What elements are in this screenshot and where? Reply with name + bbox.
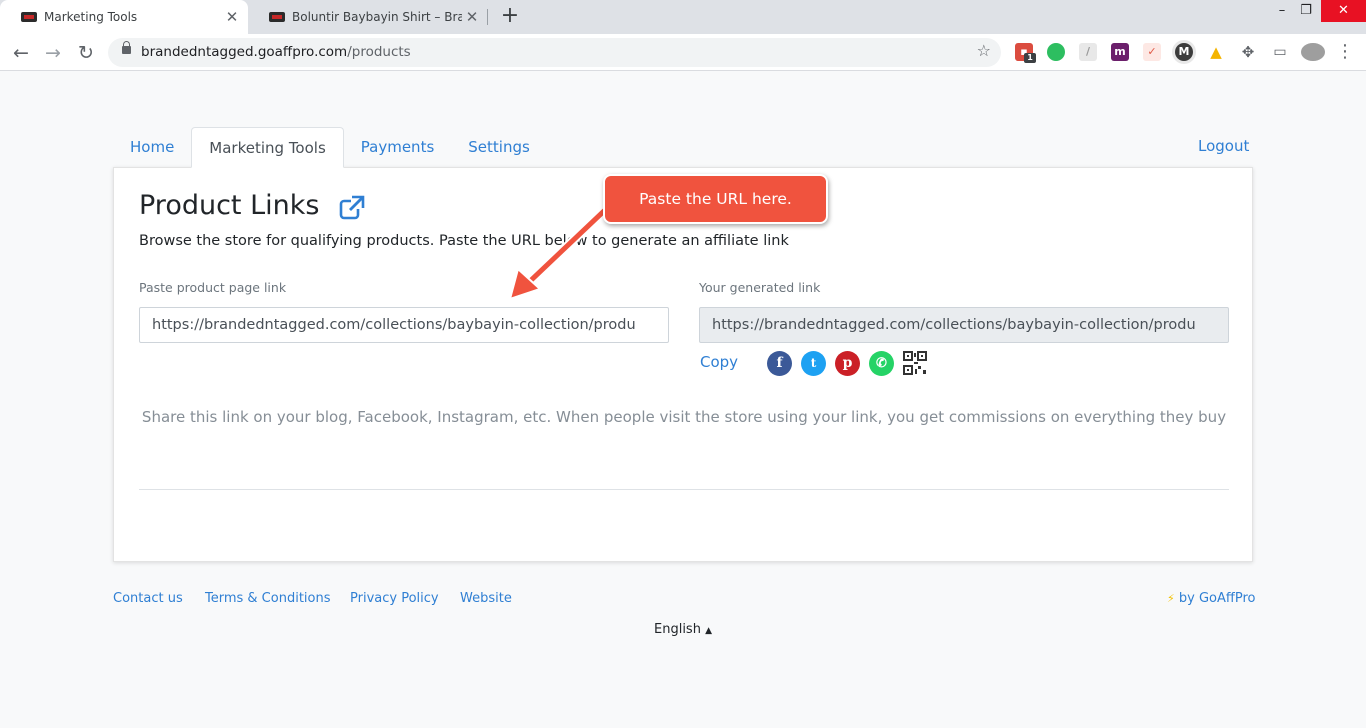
bookmark-star-icon[interactable]: ☆	[977, 41, 991, 60]
language-selector[interactable]: English ▲	[654, 622, 712, 637]
main-nav-tabs: Home Marketing Tools Payments Settings	[113, 127, 547, 168]
close-window-button[interactable]: ✕	[1321, 0, 1366, 22]
back-arrow-icon[interactable]: ←	[8, 40, 34, 66]
product-links-card: Product Links Browse the store for quali…	[113, 167, 1253, 562]
annotation-callout: Paste the URL here.	[603, 174, 828, 224]
profile-icon[interactable]	[1301, 43, 1325, 61]
url-path: /products	[347, 44, 411, 60]
puzzle-icon[interactable]: ✥	[1239, 43, 1257, 61]
page-title: Product Links	[139, 190, 320, 221]
close-tab-icon[interactable]: ✕	[222, 8, 242, 26]
forward-arrow-icon[interactable]: →	[40, 40, 66, 66]
product-link-input[interactable]	[139, 307, 669, 343]
tab-payments[interactable]: Payments	[344, 127, 451, 168]
cast-icon[interactable]: ▭	[1271, 43, 1289, 61]
lock-icon	[122, 41, 131, 54]
site-favicon-icon	[21, 12, 37, 22]
copy-link[interactable]: Copy	[700, 353, 738, 371]
tab-home[interactable]: Home	[113, 127, 191, 168]
annotation-arrow-icon	[508, 206, 609, 301]
product-link-label: Paste product page link	[139, 280, 287, 295]
extension-badge: 1	[1024, 53, 1036, 63]
browser-tab-product[interactable]: Boluntir Baybayin Shirt – Brande ✕	[248, 0, 488, 34]
browser-toolbar: ← → ↻ brandedntagged.goaffpro.com/produc…	[0, 34, 1366, 71]
footer-link-website[interactable]: Website	[460, 591, 512, 606]
tab-separator	[487, 9, 488, 25]
feather-icon[interactable]: /	[1079, 43, 1097, 61]
facebook-icon[interactable]: f	[767, 351, 792, 376]
external-link-icon[interactable]	[339, 195, 365, 221]
site-favicon-icon	[269, 12, 285, 22]
language-label: English	[654, 622, 701, 637]
new-tab-button[interactable]: +	[498, 4, 522, 28]
url-text: brandedntagged.goaffpro.com/products	[141, 44, 411, 60]
powered-by-label: by GoAffPro	[1178, 591, 1256, 606]
tab-marketing-tools[interactable]: Marketing Tools	[191, 127, 344, 168]
divider	[139, 489, 1229, 490]
page-subtitle: Browse the store for qualifying products…	[139, 233, 789, 249]
browser-tab-title: Boluntir Baybayin Shirt – Brande	[292, 10, 462, 24]
bookmark-icon[interactable]: ✓	[1143, 43, 1161, 61]
browser-menu-icon[interactable]: ⋮	[1336, 41, 1354, 62]
caret-up-icon: ▲	[705, 626, 713, 636]
browser-tab-title: Marketing Tools	[44, 10, 138, 24]
todoist-icon[interactable]: ▪ 1	[1015, 43, 1036, 63]
m-icon[interactable]: M	[1175, 43, 1193, 61]
footer-link-terms[interactable]: Terms & Conditions	[205, 591, 331, 606]
evernote-icon[interactable]	[1047, 43, 1065, 61]
share-help-text: Share this link on your blog, Facebook, …	[141, 408, 1227, 426]
pinterest-icon[interactable]: p	[835, 351, 860, 376]
drive-icon[interactable]: ▲	[1207, 43, 1225, 61]
bolt-icon: ⚡	[1167, 592, 1175, 605]
footer-link-contact[interactable]: Contact us	[113, 591, 183, 606]
generated-link-field[interactable]	[699, 307, 1229, 343]
whatsapp-icon[interactable]: ✆	[869, 351, 894, 376]
footer-link-privacy[interactable]: Privacy Policy	[350, 591, 439, 606]
twitter-icon[interactable]: t	[801, 351, 826, 376]
close-tab-icon[interactable]: ✕	[462, 8, 482, 26]
url-host: brandedntagged.goaffpro.com	[141, 44, 348, 60]
reload-icon[interactable]: ↻	[73, 40, 99, 66]
tab-settings[interactable]: Settings	[451, 127, 547, 168]
powered-by[interactable]: ⚡ by GoAffPro	[1167, 591, 1255, 606]
browser-tab-strip: Marketing Tools ✕ Boluntir Baybayin Shir…	[0, 0, 1366, 34]
logout-link[interactable]: Logout	[1198, 137, 1249, 155]
qr-code-icon[interactable]	[903, 351, 927, 375]
browser-tab-marketing-tools[interactable]: Marketing Tools ✕	[0, 0, 248, 34]
mail-icon[interactable]: m	[1111, 43, 1129, 61]
generated-link-label: Your generated link	[699, 280, 821, 295]
maximize-button[interactable]: ❐	[1290, 0, 1322, 22]
address-bar[interactable]: brandedntagged.goaffpro.com/products ☆	[108, 38, 1001, 67]
